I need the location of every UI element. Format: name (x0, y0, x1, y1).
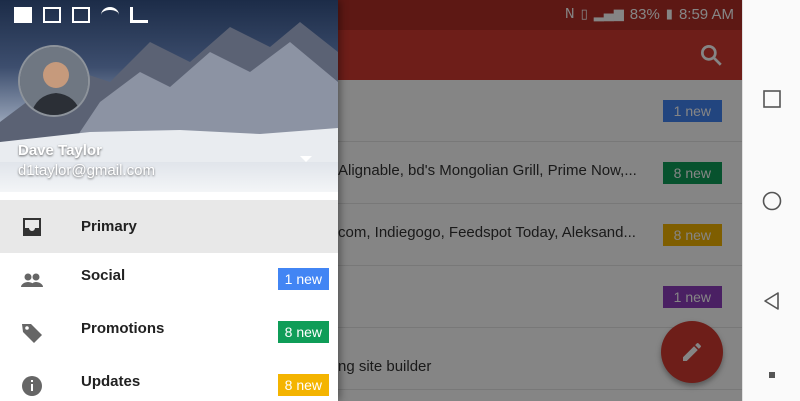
drawer-item-label: Social (81, 267, 126, 284)
drawer-item-updates[interactable]: Updates 8 new (0, 359, 338, 401)
facebook-icon (14, 7, 32, 23)
drawer-item-promotions[interactable]: Promotions 8 new (0, 306, 338, 359)
tag-icon (22, 324, 42, 343)
wifi-icon (101, 7, 119, 23)
account-email: d1taylor@gmail.com (18, 162, 155, 179)
drawer-menu: Primary Social 1 new Promotions 8 new Up… (0, 200, 338, 401)
people-icon (21, 273, 43, 287)
inbox-icon (23, 218, 41, 236)
drawer-item-badge: 1 new (277, 268, 329, 290)
drawer-item-label: Primary (81, 218, 137, 235)
drawer-status-icons (0, 0, 338, 30)
back-icon[interactable] (761, 290, 783, 312)
navigation-drawer: Dave Taylor d1taylor@gmail.com Primary S… (0, 0, 338, 401)
drawer-item-social[interactable]: Social 1 new (0, 253, 338, 306)
home-icon[interactable] (761, 190, 783, 212)
system-nav-bar (742, 0, 800, 401)
image-icon (72, 7, 90, 23)
menu-dot-icon[interactable] (761, 364, 783, 386)
account-name: Dave Taylor (18, 142, 102, 159)
drawer-item-badge: 8 new (277, 321, 329, 343)
drawer-item-label: Promotions (81, 320, 165, 337)
recents-icon[interactable] (761, 88, 783, 110)
drawer-item-label: Updates (81, 373, 141, 390)
app-icon (130, 7, 148, 23)
gallery-icon (43, 7, 61, 23)
drawer-item-badge: 8 new (277, 374, 329, 396)
account-header: Dave Taylor d1taylor@gmail.com (0, 0, 338, 192)
account-switcher-icon[interactable] (300, 156, 312, 162)
drawer-item-primary[interactable]: Primary (0, 200, 338, 253)
info-icon (22, 376, 42, 396)
gmail-screen: N ▯ ▂▄▆ 83% ▮ 8:59 AM 1 new Alignable, b… (0, 0, 742, 401)
avatar[interactable] (18, 45, 90, 117)
